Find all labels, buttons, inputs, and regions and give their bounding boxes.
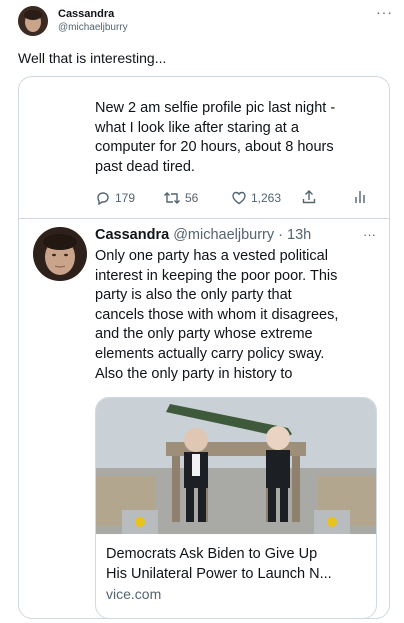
quoted-top-text: New 2 am selfie profile pic last night -… [95, 99, 335, 177]
more-dots-icon[interactable]: ··· [376, 4, 393, 20]
outer-author-name[interactable]: Cassandra [58, 8, 114, 20]
reply-button[interactable]: 179 [95, 190, 135, 206]
reply-author-name[interactable]: Cassandra [95, 227, 169, 243]
reply-line: and the only party whose extreme [95, 326, 313, 343]
quoted-thread-card[interactable]: New 2 am selfie profile pic last night -… [18, 76, 390, 619]
quoted-top-line: computer for 20 hours, about 8 hours [95, 139, 334, 155]
link-preview-title[interactable]: Democrats Ask Biden to Give Up His Unila… [106, 544, 332, 584]
quoted-top-line: what I look like after staring at a [95, 119, 299, 136]
reply-line: party is also the only party that [95, 287, 292, 304]
reply-line: Also the only party in history to [95, 365, 293, 382]
reply-line: cancels those with whom it disagrees, [95, 306, 339, 323]
share-icon [302, 190, 316, 204]
like-button[interactable]: 1,263 [231, 190, 281, 206]
share-button[interactable] [301, 189, 317, 205]
retweet-count: 56 [185, 191, 199, 205]
reply-line: interest in keeping the poor poor. This [95, 267, 338, 284]
reply-line: Only one party has a vested political [95, 248, 328, 264]
outer-tweet-text: Well that is interesting... [18, 50, 167, 66]
thread-divider [19, 218, 389, 219]
reply-count: 179 [115, 191, 136, 205]
reply-icon [97, 192, 109, 206]
outer-author-handle[interactable]: @michaeljburry [58, 22, 128, 33]
link-preview-image [96, 398, 376, 534]
analytics-button[interactable] [353, 189, 369, 205]
retweet-button[interactable]: 56 [163, 190, 198, 206]
reply-line: elements actually carry policy sway. [95, 345, 325, 362]
reply-avatar[interactable] [33, 227, 87, 281]
analytics-icon [355, 191, 365, 203]
link-title-line: Democrats Ask Biden to Give Up [106, 546, 318, 562]
reply-more-icon[interactable]: ··· [363, 227, 376, 242]
heart-icon [232, 191, 246, 205]
link-preview-domain[interactable]: vice.com [106, 586, 161, 602]
quoted-top-line: past dead tired. [95, 158, 195, 175]
outer-avatar[interactable] [18, 6, 48, 36]
quoted-top-line: New 2 am selfie profile pic last night - [95, 100, 336, 116]
retweet-icon [164, 192, 180, 204]
reply-author-handle-time[interactable]: @michaeljburry · 13h [173, 227, 311, 243]
reply-header: Cassandra @michaeljburry · 13h [95, 227, 311, 243]
link-title-line: His Unilateral Power to Launch N... [106, 566, 332, 582]
reply-text: Only one party has a vested political in… [95, 247, 338, 384]
like-count: 1,263 [251, 191, 282, 205]
link-preview-card[interactable]: Democrats Ask Biden to Give Up His Unila… [95, 397, 377, 618]
